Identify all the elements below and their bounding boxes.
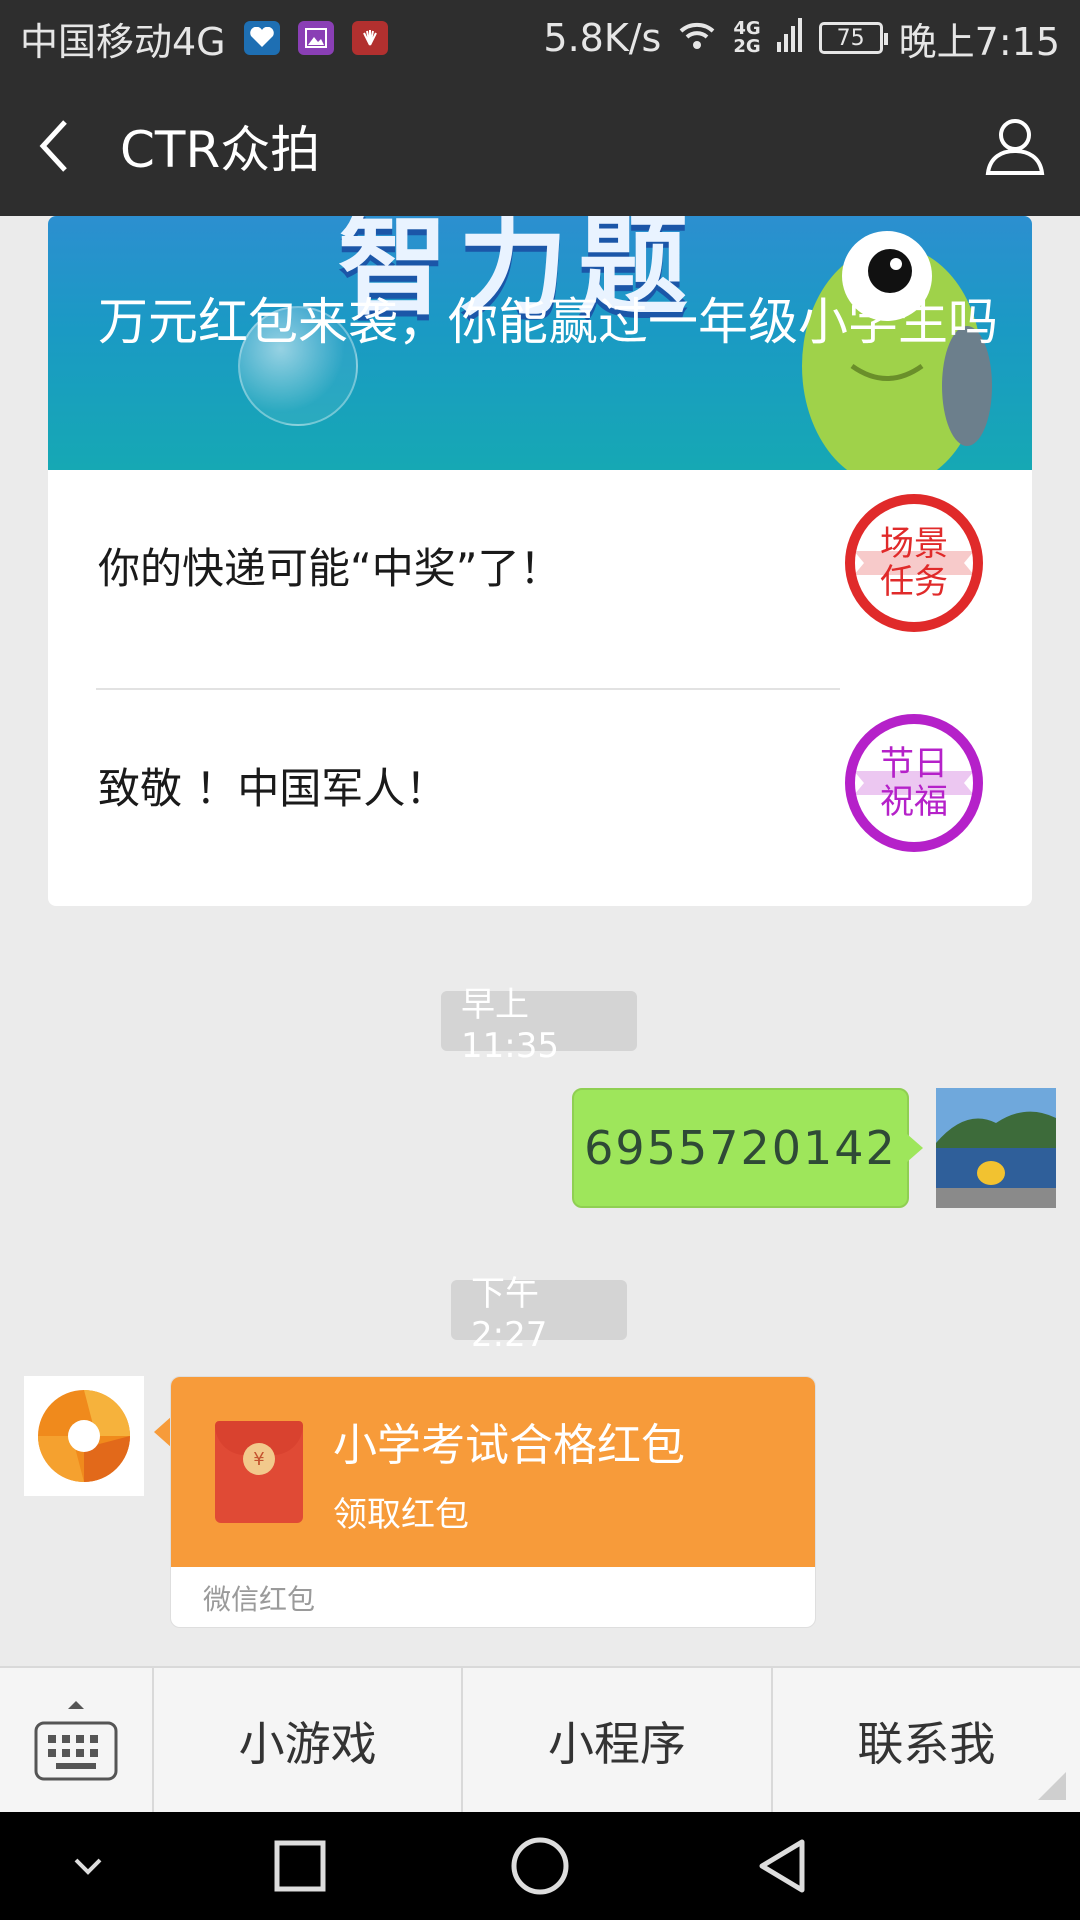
recent-apps-icon bbox=[274, 1840, 326, 1892]
menu-mini-games[interactable]: 小游戏 bbox=[154, 1668, 464, 1814]
network-speed: 5.8K/s bbox=[543, 16, 662, 60]
red-envelope-icon: ¥ bbox=[215, 1421, 303, 1523]
timestamp: 早上11:35 bbox=[441, 985, 637, 1066]
red-packet-subtitle: 领取红包 bbox=[333, 1494, 469, 1535]
carrier-label: 中国移动4G bbox=[20, 19, 226, 64]
chat-title: CTR众拍 bbox=[120, 121, 321, 179]
red-packet-texts: 小学考试合格红包 领取红包 bbox=[333, 1409, 685, 1536]
article-item-title: 你的快递可能“中奖”了！ bbox=[98, 543, 562, 593]
scene-task-badge: 场景 任务 bbox=[844, 493, 984, 637]
back-icon bbox=[759, 1839, 805, 1893]
wifi-icon bbox=[677, 16, 717, 60]
clock: 晚上7:15 bbox=[898, 19, 1060, 64]
holiday-greeting-badge: 节日 祝福 bbox=[844, 713, 984, 857]
gallery-app-icon bbox=[297, 21, 334, 55]
nav-home-button[interactable] bbox=[480, 1812, 600, 1920]
chat-area[interactable]: 智力题 万元红包来袭，你能赢过一年级小学生吗 你的快递可能“中奖”了！ 场景 任… bbox=[0, 216, 1080, 1666]
red-packet-title: 小学考试合格红包 bbox=[333, 1419, 685, 1471]
red-packet-body: ¥ 小学考试合格红包 领取红包 bbox=[171, 1377, 815, 1567]
home-icon bbox=[511, 1837, 569, 1895]
article-hero[interactable]: 智力题 万元红包来袭，你能赢过一年级小学生吗 bbox=[48, 216, 1032, 470]
coin-icon: ¥ bbox=[243, 1443, 275, 1475]
badge-line2: 任务 bbox=[880, 562, 948, 602]
article-item-1[interactable]: 你的快递可能“中奖”了！ 场景 任务 bbox=[48, 470, 1032, 660]
chevron-left-icon bbox=[39, 120, 67, 172]
huawei-app-icon bbox=[351, 21, 388, 55]
article-card: 智力题 万元红包来袭，你能赢过一年级小学生吗 你的快递可能“中奖”了！ 场景 任… bbox=[48, 216, 1032, 906]
article-item-2[interactable]: 致敬 ！中国军人！ 节日 祝福 bbox=[48, 690, 1032, 880]
person-icon bbox=[985, 119, 1045, 175]
nav-hide-button[interactable] bbox=[28, 1812, 148, 1920]
red-packet-message[interactable]: ¥ 小学考试合格红包 领取红包 微信红包 bbox=[170, 1376, 816, 1628]
back-button[interactable] bbox=[0, 76, 110, 216]
health-app-icon bbox=[243, 21, 280, 55]
nav-recents-button[interactable] bbox=[240, 1812, 360, 1920]
keyboard-toggle-button[interactable] bbox=[0, 1668, 154, 1814]
chevron-down-icon bbox=[74, 1858, 102, 1875]
menu-contact-me[interactable]: 联系我 bbox=[773, 1668, 1080, 1814]
status-bar: 中国移动4G 5.8K/s 4G 2G 75 晚上7:15 bbox=[0, 0, 1080, 76]
badge-line1: 场景 bbox=[880, 524, 948, 564]
article-item-title: 致敬 ！中国军人！ bbox=[98, 763, 448, 813]
signal-icon bbox=[776, 16, 803, 61]
official-account-avatar[interactable] bbox=[24, 1376, 144, 1496]
title-bar: CTR众拍 bbox=[0, 76, 1080, 216]
system-nav-bar bbox=[0, 1812, 1080, 1920]
red-packet-footer: 微信红包 bbox=[203, 1583, 316, 1616]
nav-back-button[interactable] bbox=[722, 1812, 842, 1920]
menu-mini-programs[interactable]: 小程序 bbox=[463, 1668, 773, 1814]
battery-icon: 75 bbox=[818, 22, 888, 54]
status-left: 中国移动4G bbox=[20, 11, 388, 66]
timestamp: 下午2:27 bbox=[451, 1274, 627, 1355]
badge-line1: 节日 bbox=[880, 744, 948, 784]
badge-line2: 祝福 bbox=[880, 782, 948, 822]
aperture-logo-icon bbox=[38, 1390, 130, 1482]
keyboard-icon bbox=[34, 1701, 118, 1781]
hero-title: 万元红包来袭，你能赢过一年级小学生吗 bbox=[98, 293, 998, 351]
my-avatar[interactable] bbox=[936, 1088, 1056, 1208]
submenu-indicator-icon bbox=[1037, 1772, 1066, 1800]
status-right: 5.8K/s 4G 2G 75 晚上7:15 bbox=[543, 11, 1060, 66]
network-type-bottom: 2G bbox=[733, 36, 761, 57]
profile-button[interactable] bbox=[950, 76, 1080, 216]
network-type: 4G 2G bbox=[733, 20, 760, 56]
menu-contact-me-label: 联系我 bbox=[857, 1717, 996, 1771]
bottom-menu: 小游戏 小程序 联系我 bbox=[0, 1666, 1080, 1814]
sent-message-bubble[interactable]: 6955720142 bbox=[572, 1088, 923, 1208]
